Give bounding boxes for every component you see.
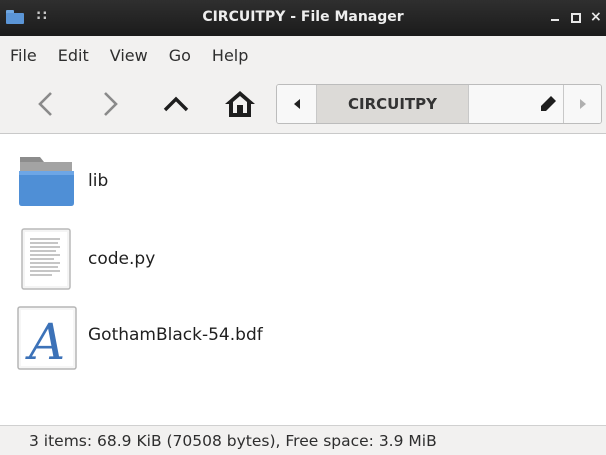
maximize-icon[interactable] xyxy=(570,8,581,26)
title-bar[interactable]: :: CIRCUITPY - File Manager × xyxy=(0,0,606,36)
home-button[interactable] xyxy=(222,86,258,122)
path-scroll-left-button[interactable] xyxy=(277,85,317,123)
file-list: lib code.py A GothamBlack-54.bdf xyxy=(0,135,606,425)
file-name: code.py xyxy=(88,249,156,269)
back-button[interactable] xyxy=(28,86,64,122)
close-icon[interactable]: × xyxy=(590,8,602,26)
file-name: lib xyxy=(88,171,109,191)
toolbar: CIRCUITPY xyxy=(0,74,606,134)
menu-go[interactable]: Go xyxy=(169,46,191,65)
font-glyph: A xyxy=(25,313,65,371)
edit-path-button[interactable] xyxy=(532,85,564,123)
status-bar: 3 items: 68.9 KiB (70508 bytes), Free sp… xyxy=(0,425,606,455)
window-controls: × xyxy=(550,8,602,26)
path-crumb-circuitpy[interactable]: CIRCUITPY xyxy=(317,85,469,123)
file-name: GothamBlack-54.bdf xyxy=(88,325,263,345)
minimize-icon[interactable] xyxy=(550,8,560,26)
text-file-icon xyxy=(21,228,71,290)
chevron-right-icon xyxy=(104,92,118,116)
font-file-icon: A xyxy=(17,306,77,371)
file-row-lib[interactable]: lib xyxy=(14,149,574,219)
menu-bar: File Edit View Go Help xyxy=(0,36,606,74)
file-manager-window: :: CIRCUITPY - File Manager × File Edit … xyxy=(0,0,606,455)
window-title: CIRCUITPY - File Manager xyxy=(202,9,404,25)
caret-right-icon xyxy=(580,99,586,109)
folder-icon xyxy=(19,157,74,206)
caret-left-icon xyxy=(294,99,300,109)
home-icon xyxy=(225,91,255,117)
chevron-up-icon xyxy=(163,96,189,112)
file-row-gothamblack-bdf[interactable]: A GothamBlack-54.bdf xyxy=(14,305,574,375)
menu-edit[interactable]: Edit xyxy=(58,46,89,65)
file-row-code-py[interactable]: code.py xyxy=(14,227,574,297)
up-button[interactable] xyxy=(158,86,194,122)
menu-file[interactable]: File xyxy=(10,46,37,65)
forward-button[interactable] xyxy=(92,86,128,122)
chevron-left-icon xyxy=(38,92,52,116)
pencil-icon xyxy=(541,96,556,111)
menu-help[interactable]: Help xyxy=(212,46,248,65)
menu-view[interactable]: View xyxy=(110,46,148,65)
path-scroll-right-button[interactable] xyxy=(564,85,601,123)
path-bar: CIRCUITPY xyxy=(276,84,602,124)
